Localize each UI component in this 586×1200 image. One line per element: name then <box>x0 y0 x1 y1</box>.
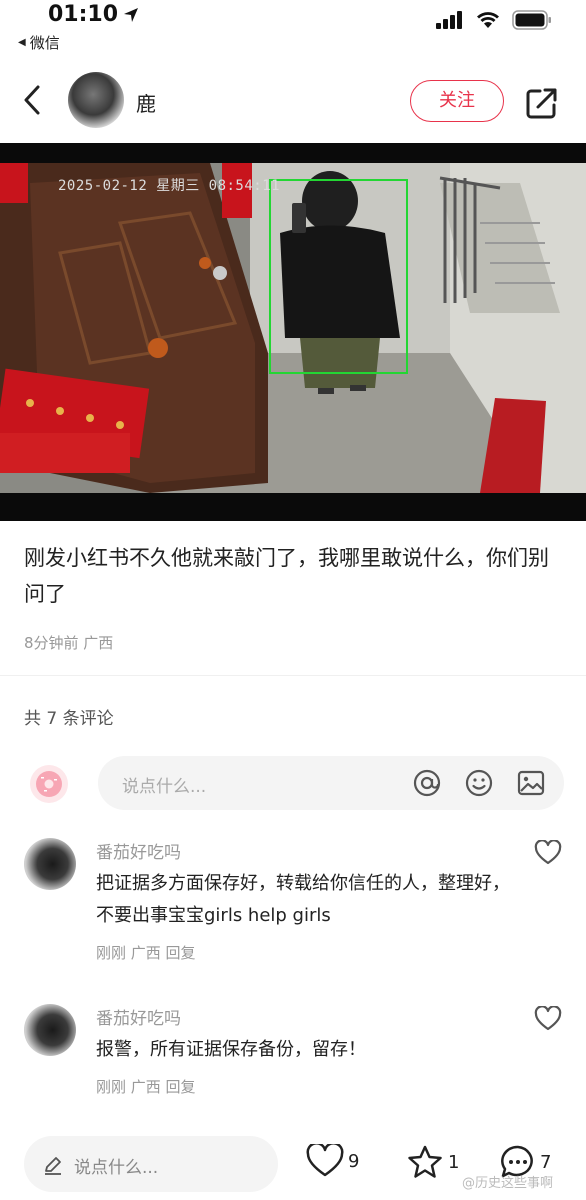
comment-input[interactable]: 说点什么... <box>98 756 564 810</box>
post-meta: 8分钟前 广西 <box>24 634 114 652</box>
collect-button[interactable]: 1 <box>406 1144 459 1180</box>
system-icons <box>436 10 552 30</box>
comment-item: 番茄好吃吗 报警，所有证据保存备份，留存！ 刚刚 广西 回复 <box>0 1004 586 1114</box>
comment-count: 共 7 条评论 <box>24 709 114 729</box>
author-avatar[interactable] <box>68 72 124 128</box>
signal-icon <box>436 11 462 29</box>
star-icon <box>408 1145 442 1178</box>
bottom-comment-input[interactable]: 说点什么... <box>24 1136 278 1192</box>
like-count: 9 <box>348 1150 360 1172</box>
author-name[interactable]: 鹿 <box>136 88 156 117</box>
back-chevron-icon[interactable] <box>22 84 42 116</box>
comment-text: 把证据多方面保存好，转载给你信任的人，整理好，不要出事宝宝girls help … <box>96 873 510 926</box>
post-photo[interactable]: 2025-02-12 星期三 08:54:11 <box>0 143 586 521</box>
post-caption: 刚发小红书不久他就来敲门了，我哪里敢说什么，你们别问了 <box>24 546 549 606</box>
comment-item: 番茄好吃吗 把证据多方面保存好，转载给你信任的人，整理好，不要出事宝宝girls… <box>0 838 586 978</box>
pen-icon <box>45 1157 61 1175</box>
comment-input-icons <box>412 768 546 798</box>
cctv-frame-image <box>0 163 586 493</box>
comment-input-placeholder: 说点什么... <box>122 777 207 797</box>
my-avatar <box>30 765 68 803</box>
share-icon[interactable] <box>525 86 559 120</box>
back-app-label: 微信 <box>29 34 60 52</box>
comment-text: 报警，所有证据保存备份，留存！ <box>96 1039 366 1060</box>
back-triangle-icon: ◀ <box>18 37 26 48</box>
watermark-text: @历史这些事啊 <box>462 1176 554 1191</box>
like-button[interactable]: 9 <box>306 1144 359 1178</box>
heart-icon[interactable] <box>534 840 562 866</box>
follow-button[interactable]: 关注 <box>410 80 504 122</box>
section-divider <box>0 675 586 676</box>
collect-count: 1 <box>448 1151 460 1173</box>
status-time: 01:10 <box>48 2 119 27</box>
comment-meta[interactable]: 刚刚 广西 回复 <box>96 942 196 963</box>
heart-icon <box>306 1144 344 1177</box>
commenter-name[interactable]: 番茄好吃吗 <box>96 1004 181 1029</box>
battery-icon <box>512 10 551 30</box>
back-to-app-link[interactable]: ◀ 微信 <box>18 32 60 53</box>
mention-icon[interactable] <box>412 768 442 798</box>
comment-count-stat: 7 <box>540 1151 552 1173</box>
wifi-icon <box>477 12 499 28</box>
cctv-timestamp: 2025-02-12 星期三 08:54:11 <box>58 178 281 194</box>
post-header: 鹿 关注 <box>0 66 586 138</box>
donut-icon <box>36 771 62 797</box>
status-bar: 01:10 ◀ 微信 <box>0 0 586 60</box>
commenter-avatar[interactable] <box>24 1004 76 1056</box>
commenter-avatar[interactable] <box>24 838 76 890</box>
emoji-icon[interactable] <box>464 768 494 798</box>
heart-icon[interactable] <box>534 1006 562 1032</box>
comment-meta[interactable]: 刚刚 广西 回复 <box>96 1076 196 1097</box>
commenter-name[interactable]: 番茄好吃吗 <box>96 838 181 863</box>
bottom-input-placeholder: 说点什么... <box>74 1158 159 1178</box>
location-arrow-icon <box>124 8 138 22</box>
image-icon[interactable] <box>516 768 546 798</box>
